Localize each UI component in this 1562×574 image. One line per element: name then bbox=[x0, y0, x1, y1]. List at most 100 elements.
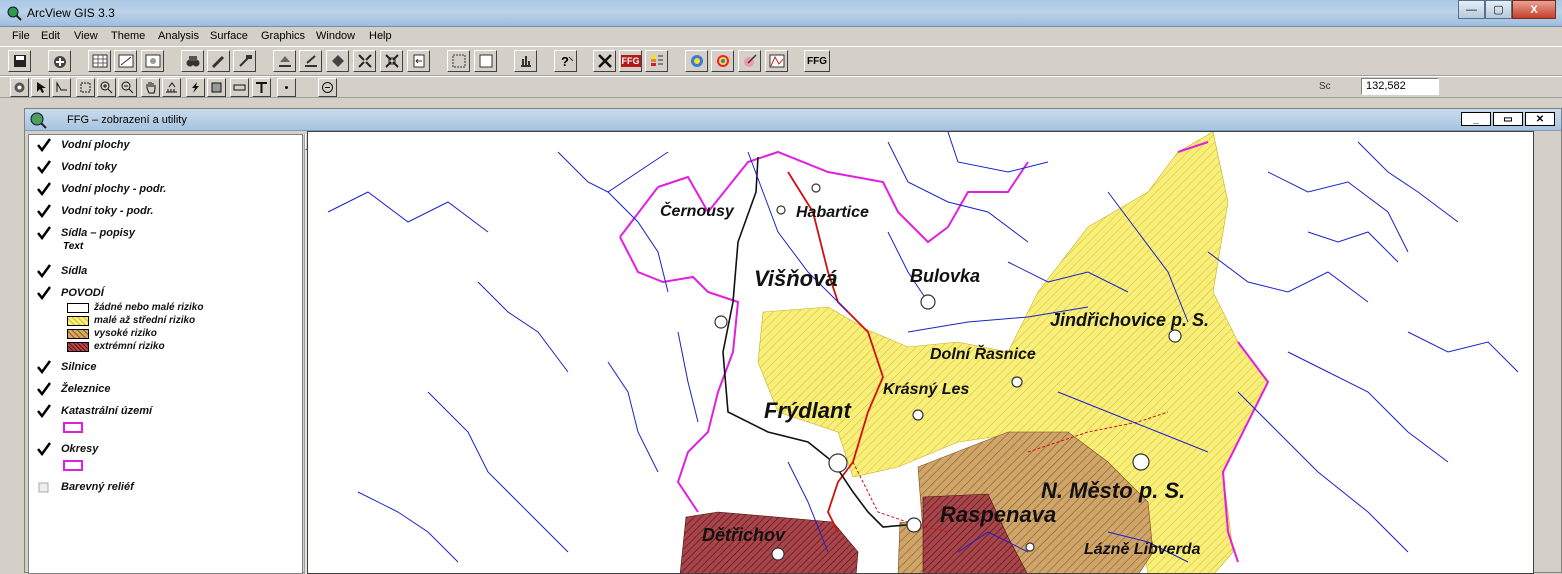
draw-point-tool[interactable] bbox=[277, 78, 296, 97]
place-label-bulovka: Bulovka bbox=[910, 266, 981, 286]
map-canvas[interactable] bbox=[308, 132, 1534, 574]
clear-select-icon bbox=[479, 54, 492, 68]
view-maximize-button[interactable]: ▭ bbox=[1493, 112, 1523, 126]
place-label-lazne-libverda: Lázně Libverda bbox=[1084, 541, 1201, 558]
checkmark-icon[interactable] bbox=[37, 360, 51, 374]
menu-graphics[interactable]: Graphics bbox=[261, 30, 305, 42]
help-button[interactable]: ? bbox=[554, 50, 577, 72]
zoom-in-tool[interactable] bbox=[97, 78, 116, 97]
open-table-button[interactable] bbox=[141, 50, 164, 72]
legend-label: malé až střední riziko bbox=[94, 315, 196, 326]
checkmark-icon[interactable] bbox=[37, 382, 51, 396]
zoom-out-fixed-button[interactable] bbox=[380, 50, 403, 72]
edit-legend-button[interactable] bbox=[114, 50, 137, 72]
identify-icon bbox=[14, 82, 25, 93]
checkmark-icon[interactable] bbox=[37, 442, 51, 456]
text-icon bbox=[256, 82, 267, 93]
select-feature-tool[interactable] bbox=[76, 78, 95, 97]
view-window: FFG – zobrazení a utility _ ▭ ✕ Vodní pl… bbox=[24, 108, 1562, 574]
zoom-in-fixed-button[interactable] bbox=[353, 50, 376, 72]
ffg-label: FFG bbox=[620, 55, 641, 67]
lightning-icon bbox=[192, 82, 199, 93]
area-of-interest-tool[interactable] bbox=[207, 78, 226, 97]
zoom-to-themes-button[interactable] bbox=[273, 50, 296, 72]
extension-tool[interactable] bbox=[318, 78, 337, 97]
legend-icon bbox=[118, 54, 133, 68]
ffg-button[interactable]: FFG bbox=[619, 50, 642, 72]
identify-tool[interactable] bbox=[10, 78, 29, 97]
ffg-legend-button[interactable] bbox=[645, 50, 668, 72]
checkmark-icon[interactable] bbox=[37, 404, 51, 418]
maximize-button[interactable]: ▢ bbox=[1485, 0, 1512, 19]
minimize-button[interactable]: — bbox=[1458, 0, 1485, 19]
save-project-button[interactable] bbox=[8, 50, 31, 72]
zoom-to-active-button[interactable] bbox=[299, 50, 322, 72]
menu-help[interactable]: Help bbox=[369, 30, 392, 42]
pointer-icon bbox=[37, 82, 46, 93]
checkmark-icon[interactable] bbox=[37, 138, 51, 152]
menu-bar: File Edit View Theme Analysis Surface Gr… bbox=[0, 28, 1562, 46]
pan-tool[interactable] bbox=[141, 78, 160, 97]
checkmark-icon[interactable] bbox=[37, 226, 51, 240]
toc-layer-label: Železnice bbox=[61, 383, 111, 395]
legend-swatch bbox=[67, 316, 89, 326]
scale-label: Sc bbox=[1319, 81, 1331, 92]
view-close-button[interactable]: ✕ bbox=[1525, 112, 1555, 126]
checkmark-icon[interactable] bbox=[37, 160, 51, 174]
profile-graph-button[interactable] bbox=[765, 50, 788, 72]
zoom-previous-button[interactable] bbox=[407, 50, 430, 72]
toc-layer-label: Vodní toky bbox=[61, 161, 117, 173]
pointer-tool[interactable] bbox=[31, 78, 50, 97]
target-map-button[interactable] bbox=[711, 50, 734, 72]
hammer-icon bbox=[238, 55, 252, 67]
zoom-out-icon bbox=[121, 81, 134, 94]
select-icon bbox=[452, 54, 465, 68]
menu-surface[interactable]: Surface bbox=[210, 30, 248, 42]
place-label-frydlant: Frýdlant bbox=[764, 398, 851, 423]
zoom-out-tool[interactable] bbox=[118, 78, 137, 97]
menu-analysis[interactable]: Analysis bbox=[158, 30, 199, 42]
close-button[interactable]: X bbox=[1512, 0, 1556, 19]
vertex-edit-tool[interactable] bbox=[52, 78, 71, 97]
zoom-out-arrows-icon bbox=[384, 54, 399, 68]
table-of-contents: Vodní plochy Vodní toky Vodní plochy - pod… bbox=[28, 134, 303, 574]
svg-text:?: ? bbox=[561, 54, 569, 69]
scale-input[interactable]: 132,582 bbox=[1361, 78, 1439, 95]
app-title-bar: ArcView GIS 3.3 — ▢ X bbox=[0, 0, 1562, 27]
zoom-to-selected-button[interactable] bbox=[326, 50, 349, 72]
watershed-map-button[interactable] bbox=[685, 50, 708, 72]
toc-layer-label: Vodní toky - podr. bbox=[61, 205, 154, 217]
select-box-icon bbox=[80, 82, 91, 93]
draw-map-button[interactable] bbox=[738, 50, 761, 72]
clear-selection-button[interactable] bbox=[474, 50, 497, 72]
add-theme-button[interactable] bbox=[48, 50, 71, 72]
hotlink-tool[interactable] bbox=[186, 78, 205, 97]
create-chart-button[interactable] bbox=[514, 50, 537, 72]
checkmark-icon[interactable] bbox=[37, 286, 51, 300]
ffg-tool-button[interactable]: FFG bbox=[804, 50, 830, 72]
measure-tool[interactable] bbox=[162, 78, 181, 97]
tools-button[interactable] bbox=[593, 50, 616, 72]
menu-file[interactable]: File bbox=[12, 30, 30, 42]
theme-properties-button[interactable] bbox=[88, 50, 111, 72]
menu-window[interactable]: Window bbox=[316, 30, 355, 42]
find-button[interactable] bbox=[181, 50, 204, 72]
checkmark-icon[interactable] bbox=[37, 182, 51, 196]
legend-label: žádné nebo malé riziko bbox=[94, 302, 204, 313]
legend-swatch bbox=[67, 303, 89, 313]
text-tool[interactable] bbox=[252, 78, 271, 97]
query-builder-button[interactable] bbox=[233, 50, 256, 72]
table-icon bbox=[145, 54, 160, 68]
view-minimize-button[interactable]: _ bbox=[1461, 112, 1491, 126]
menu-edit[interactable]: Edit bbox=[41, 30, 60, 42]
map-display[interactable]: Černousy Habartice Višňová Bulovka Jindř… bbox=[307, 131, 1534, 574]
locate-address-button[interactable] bbox=[207, 50, 230, 72]
select-features-button[interactable] bbox=[447, 50, 470, 72]
checkmark-icon[interactable] bbox=[37, 204, 51, 218]
checkbox-icon[interactable] bbox=[37, 480, 51, 494]
menu-theme[interactable]: Theme bbox=[111, 30, 145, 42]
menu-view[interactable]: View bbox=[74, 30, 98, 42]
vertex-icon bbox=[56, 81, 67, 92]
label-tool[interactable] bbox=[230, 78, 249, 97]
checkmark-icon[interactable] bbox=[37, 264, 51, 278]
